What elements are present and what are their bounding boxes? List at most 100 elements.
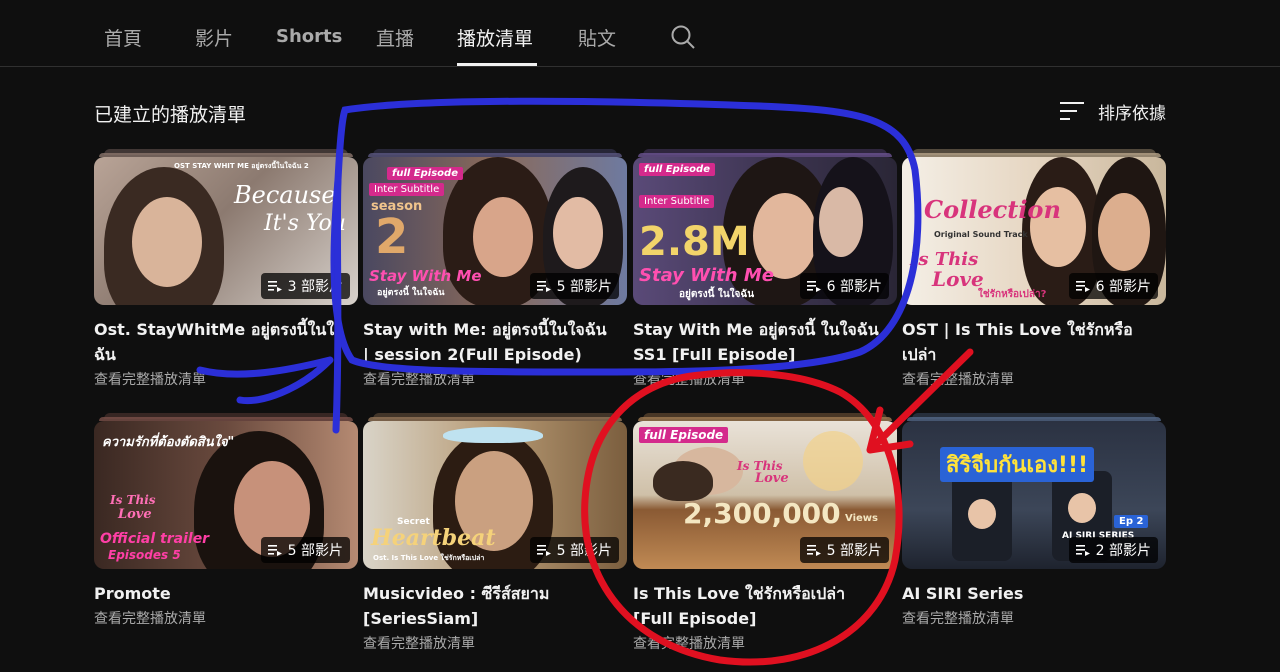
episode-badge: Ep 2 xyxy=(1114,515,1149,528)
video-count-badge: 5 部影片 xyxy=(799,537,889,563)
view-full-playlist-link[interactable]: 查看完整播放清單 xyxy=(902,369,1166,389)
title-line: Is This Love ใช่รักหรือเปล่า xyxy=(633,584,846,603)
video-count: 6 部影片 xyxy=(826,279,882,295)
thumb-views: 2.8M xyxy=(639,219,750,265)
playlist-title[interactable]: Promote xyxy=(94,581,358,606)
view-full-playlist-link[interactable]: 查看完整播放清單 xyxy=(94,369,358,389)
playlist-card: OST STAY WHIT ME อยู่ตรงนี้ในใจฉัน 2 Bec… xyxy=(94,149,358,389)
title-line: [Full Episode] xyxy=(633,609,757,628)
playlist-title[interactable]: Musicvideo : ซีรีส์สยาม [SeriesSiam] xyxy=(363,581,627,631)
title-line: Stay With Me อยู่ตรงนี้ ในใจฉัน xyxy=(633,320,879,339)
thumb-show-title: Heartbeat xyxy=(371,525,496,551)
playlist-thumbnail[interactable]: สิริจีบกันเอง!!! Ep 2 AI SIRI SERIES 2 部… xyxy=(902,421,1166,569)
playlist-thumbnail[interactable]: full Episode Is This Love 2,300,000 View… xyxy=(633,421,897,569)
playlist-thumbnail[interactable]: Secret Heartbeat Ost. Is This Love ใช่รั… xyxy=(363,421,627,569)
tab-videos[interactable]: 影片 xyxy=(195,24,233,51)
playlist-title[interactable]: AI SIRI Series xyxy=(902,581,1166,606)
view-full-playlist-link[interactable]: 查看完整播放清單 xyxy=(363,369,627,389)
full-episode-badge: full Episode xyxy=(387,167,463,180)
playlist-thumbnail[interactable]: full Episode Inter Subtitle 2.8M Stay Wi… xyxy=(633,157,897,305)
title-line: OST | Is This Love ใช่รักหรือ xyxy=(902,320,1133,339)
playlist-thumbnail[interactable]: OST STAY WHIT ME อยู่ตรงนี้ในใจฉัน 2 Bec… xyxy=(94,157,358,305)
playlist-title[interactable]: OST | Is This Love ใช่รักหรือ เปล่า xyxy=(902,317,1166,367)
playlist-title[interactable]: Is This Love ใช่รักหรือเปล่า [Full Episo… xyxy=(633,581,897,631)
video-count: 5 部影片 xyxy=(826,543,882,559)
section-title: 已建立的播放清單 xyxy=(94,104,247,126)
thumb-title: Because xyxy=(234,181,336,209)
thumb-episodes: Episodes 5 xyxy=(108,548,181,562)
thumb-show-title: Love xyxy=(118,507,152,522)
playlist-thumbnail[interactable]: ความรักที่ต้องตัดสินใจ" Is This Love Off… xyxy=(94,421,358,569)
playlist-card: full Episode Inter Subtitle 2.8M Stay Wi… xyxy=(633,149,897,389)
playlist-icon xyxy=(806,545,821,556)
thumb-thai-title: อยู่ตรงนี้ ในใจฉัน xyxy=(679,289,755,300)
active-tab-indicator xyxy=(457,63,537,66)
tab-live[interactable]: 直播 xyxy=(376,24,414,51)
thumb-thai-title: ใช่รักหรือเปล่า? xyxy=(978,289,1047,300)
video-count: 3 部影片 xyxy=(287,279,343,295)
video-count: 5 部影片 xyxy=(287,543,343,559)
title-line: ฉัน xyxy=(94,345,116,364)
playlist-icon xyxy=(267,281,282,292)
search-icon[interactable] xyxy=(670,24,696,50)
thumb-season-number: 2 xyxy=(375,209,409,265)
view-full-playlist-link[interactable]: 查看完整播放清單 xyxy=(902,608,1166,628)
thumb-tagline: ความรักที่ต้องตัดสินใจ" xyxy=(102,435,235,450)
view-full-playlist-link[interactable]: 查看完整播放清單 xyxy=(633,369,897,389)
sort-icon xyxy=(1060,102,1084,120)
title-line: เปล่า xyxy=(902,345,937,364)
playlist-icon xyxy=(1075,281,1090,292)
title-line: [SeriesSiam] xyxy=(363,609,479,628)
video-count-badge: 5 部影片 xyxy=(260,537,350,563)
title-line: | session 2(Full Episode) xyxy=(363,345,582,364)
playlist-card: ความรักที่ต้องตัดสินใจ" Is This Love Off… xyxy=(94,413,358,628)
playlist-thumbnail[interactable]: Collection Original Sound Track Is This … xyxy=(902,157,1166,305)
video-count: 2 部影片 xyxy=(1095,543,1151,559)
thumb-trailer: Official trailer xyxy=(100,531,210,547)
view-full-playlist-link[interactable]: 查看完整播放清單 xyxy=(633,633,897,653)
thumb-views-number: 2,300,000 xyxy=(683,497,841,530)
playlist-icon xyxy=(267,545,282,556)
playlist-card: Collection Original Sound Track Is This … xyxy=(902,149,1166,389)
full-episode-badge: full Episode xyxy=(639,163,715,176)
thumb-ost-label: OST STAY WHIT ME อยู่ตรงนี้ในใจฉัน 2 xyxy=(174,162,309,170)
view-full-playlist-link[interactable]: 查看完整播放清單 xyxy=(363,633,627,653)
tab-shorts[interactable]: Shorts xyxy=(276,26,342,47)
sort-label: 排序依據 xyxy=(1098,103,1166,124)
view-full-playlist-link[interactable]: 查看完整播放清單 xyxy=(94,608,358,628)
playlist-icon xyxy=(536,281,551,292)
video-count: 5 部影片 xyxy=(556,279,612,295)
playlist-title[interactable]: Stay With Me อยู่ตรงนี้ ในใจฉัน SS1 [Ful… xyxy=(633,317,897,367)
video-count-badge: 2 部影片 xyxy=(1068,537,1158,563)
sort-button[interactable]: 排序依據 xyxy=(1060,98,1166,124)
thumb-ost: Original Sound Track xyxy=(934,230,1028,239)
full-episode-badge: full Episode xyxy=(639,427,729,443)
video-count-badge: 5 部影片 xyxy=(529,537,619,563)
video-count-badge: 6 部影片 xyxy=(799,273,889,299)
title-line: Ost. StayWhitMe อยู่ตรงนี้ในใจ xyxy=(94,320,344,339)
video-count-badge: 3 部影片 xyxy=(260,273,350,299)
thumb-show-title: Love xyxy=(932,267,984,291)
playlist-title[interactable]: Stay with Me: อยู่ตรงนี้ในใจฉัน | sessio… xyxy=(363,317,627,367)
thumb-show-title: Is This xyxy=(110,493,156,507)
channel-tabs: 首頁 影片 Shorts 直播 播放清單 貼文 xyxy=(0,0,1280,67)
subtitle-badge: Inter Subtitle xyxy=(369,183,445,196)
playlist-card: full Episode Is This Love 2,300,000 View… xyxy=(633,413,897,653)
thumb-show-title: Love xyxy=(755,471,789,486)
thumb-title: It's You xyxy=(264,211,346,236)
tab-playlists[interactable]: 播放清單 xyxy=(457,24,533,51)
subtitle-badge: Inter Subtitle xyxy=(639,195,715,208)
title-line: Musicvideo : ซีรีส์สยาม xyxy=(363,584,550,603)
title-line: Stay with Me: อยู่ตรงนี้ในใจฉัน xyxy=(363,320,607,339)
playlist-title[interactable]: Ost. StayWhitMe อยู่ตรงนี้ในใจ ฉัน xyxy=(94,317,358,367)
playlist-card: Secret Heartbeat Ost. Is This Love ใช่รั… xyxy=(363,413,627,653)
title-line: Promote xyxy=(94,584,171,603)
playlist-icon xyxy=(1075,545,1090,556)
video-count-badge: 5 部影片 xyxy=(529,273,619,299)
tab-home[interactable]: 首頁 xyxy=(104,24,142,51)
tab-posts[interactable]: 貼文 xyxy=(578,24,616,51)
playlist-thumbnail[interactable]: full Episode Inter Subtitle season 2 Sta… xyxy=(363,157,627,305)
video-count-badge: 6 部影片 xyxy=(1068,273,1158,299)
thumb-collection: Collection xyxy=(924,195,1061,224)
title-line: AI SIRI Series xyxy=(902,584,1024,603)
